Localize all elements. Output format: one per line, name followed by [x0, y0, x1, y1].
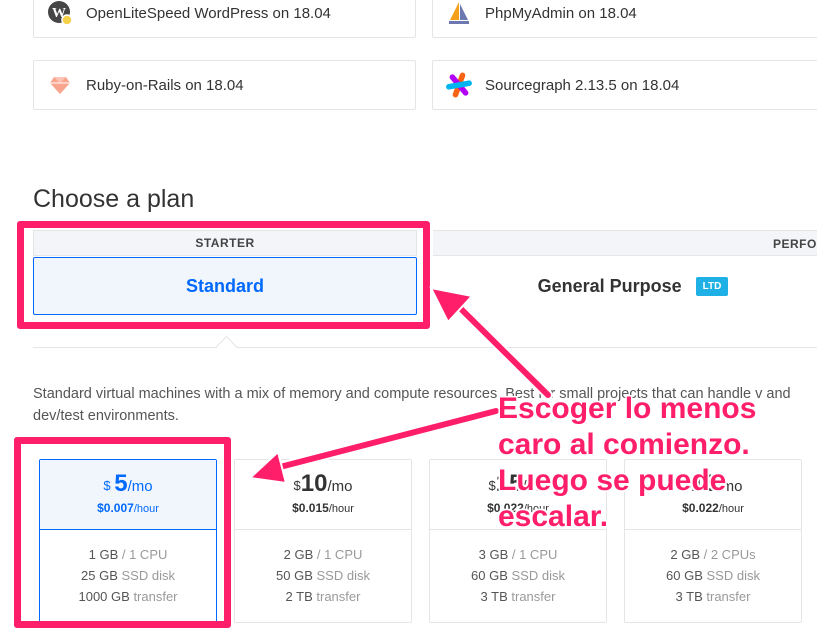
- arrow-to-plan: [247, 406, 501, 485]
- annotation-text: Escoger lo menos caro al comienzo. Luego…: [498, 392, 757, 533]
- annotation-arrows: [247, 286, 553, 485]
- arrow-to-standard: [429, 286, 553, 400]
